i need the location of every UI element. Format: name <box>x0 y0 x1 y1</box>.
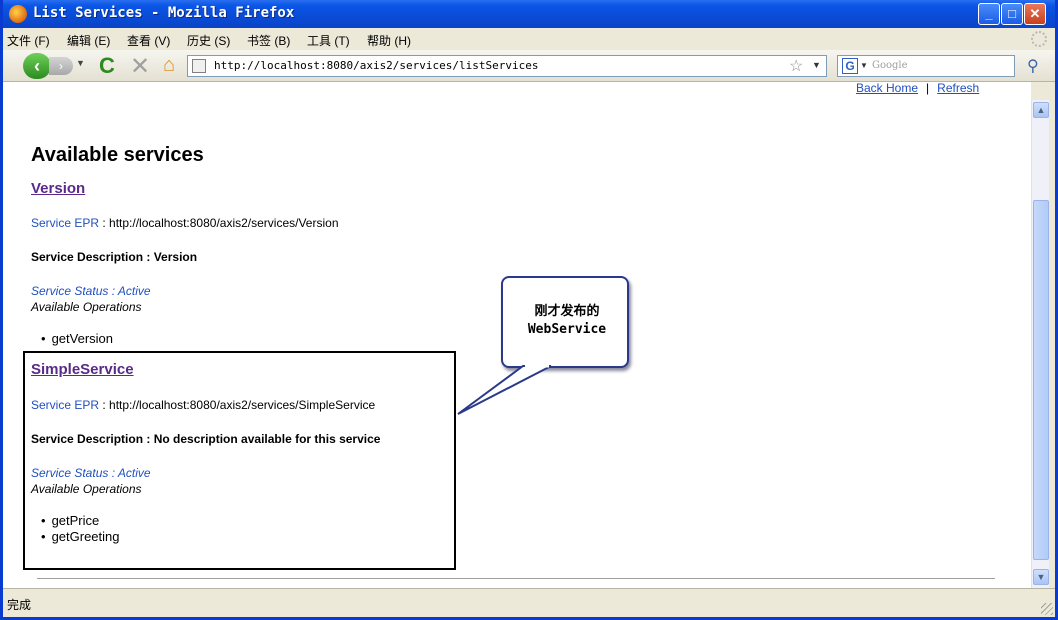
history-dropdown-icon[interactable]: ▼ <box>76 58 85 68</box>
close-button[interactable]: ✕ <box>1024 3 1046 25</box>
page-content: Available services Version Service EPR :… <box>3 100 1031 588</box>
firefox-icon <box>9 5 27 23</box>
back-button[interactable]: ‹ <box>23 53 51 79</box>
menu-file[interactable]: 文件 (F) <box>7 32 50 49</box>
search-box[interactable]: G ▼ Google <box>837 55 1015 77</box>
window-title: List Services - Mozilla Firefox <box>33 5 295 21</box>
scrollbar-thumb[interactable] <box>1033 200 1049 560</box>
url-dropdown-icon[interactable]: ▼ <box>812 60 821 70</box>
browser-window: List Services - Mozilla Firefox _ □ ✕ 文件… <box>0 0 1058 620</box>
minimize-button[interactable]: _ <box>978 3 1000 25</box>
resize-grip-icon[interactable] <box>1041 603 1053 615</box>
menu-tools[interactable]: 工具 (T) <box>307 32 350 49</box>
site-icon <box>192 59 206 73</box>
maximize-button[interactable]: □ <box>1001 3 1023 25</box>
vertical-scrollbar[interactable]: ▲ ▼ <box>1031 100 1049 588</box>
top-links: Back Home | Refresh <box>856 81 979 95</box>
refresh-link[interactable]: Refresh <box>937 81 979 95</box>
title-bar[interactable]: List Services - Mozilla Firefox _ □ ✕ <box>3 0 1055 28</box>
bookmark-star-icon[interactable]: ☆ <box>789 56 803 76</box>
search-engine-icon[interactable]: G <box>842 58 858 74</box>
scroll-down-icon[interactable]: ▼ <box>1033 569 1049 585</box>
engine-dropdown-icon[interactable]: ▼ <box>860 61 868 70</box>
menu-bookmarks[interactable]: 书签 (B) <box>247 32 290 49</box>
reload-icon[interactable]: C <box>99 53 115 79</box>
menu-help[interactable]: 帮助 (H) <box>367 32 411 49</box>
stop-icon[interactable]: ✕ <box>130 52 150 81</box>
url-bar[interactable]: http://localhost:8080/axis2/services/lis… <box>187 55 827 77</box>
search-placeholder[interactable]: Google <box>872 60 908 71</box>
forward-button[interactable]: › <box>49 57 73 75</box>
menu-view[interactable]: 查看 (V) <box>127 32 170 49</box>
back-home-link[interactable]: Back Home <box>856 81 918 95</box>
content-top: Back Home | Refresh <box>3 81 1031 100</box>
home-icon[interactable]: ⌂ <box>163 54 175 77</box>
link-separator: | <box>926 81 930 95</box>
scroll-up-icon[interactable]: ▲ <box>1033 102 1049 118</box>
search-icon[interactable]: ⚲ <box>1027 56 1039 76</box>
callout-pointer <box>457 364 552 415</box>
status-text: 完成 <box>7 598 32 612</box>
menu-history[interactable]: 历史 (S) <box>187 32 230 49</box>
url-text[interactable]: http://localhost:8080/axis2/services/lis… <box>214 59 539 72</box>
navigation-toolbar: ‹ › ▼ C ✕ ⌂ http://localhost:8080/axis2/… <box>3 50 1055 82</box>
throbber-icon <box>1031 31 1047 47</box>
menu-bar: 文件 (F) 编辑 (E) 查看 (V) 历史 (S) 书签 (B) 工具 (T… <box>3 28 1055 50</box>
status-bar: 完成 <box>3 588 1055 617</box>
menu-edit[interactable]: 编辑 (E) <box>67 32 110 49</box>
